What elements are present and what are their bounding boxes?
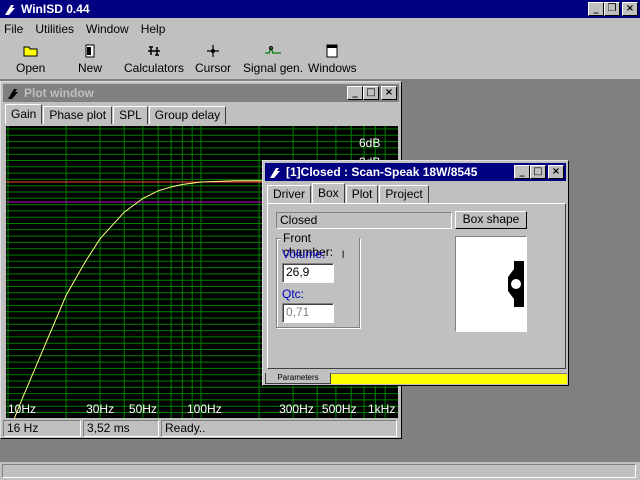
volume-unit: l bbox=[342, 250, 345, 261]
crosshair-icon bbox=[207, 45, 219, 57]
close-button[interactable]: × bbox=[622, 2, 638, 16]
plot-maximize-button[interactable]: □ bbox=[363, 86, 379, 100]
plot-status-bar: 16 Hz 3,52 ms Ready.. bbox=[3, 419, 401, 438]
qtc-input: 0,71 bbox=[282, 303, 334, 323]
box-panel: Closed Box shape Front chamber: Volume: … bbox=[267, 203, 566, 369]
volume-label: Volume: bbox=[282, 247, 326, 261]
x-tick-label: 300Hz bbox=[279, 402, 314, 416]
project-window-icon bbox=[270, 168, 280, 178]
open-label: Open bbox=[16, 61, 46, 75]
new-label: New bbox=[78, 61, 103, 75]
open-button[interactable]: Open bbox=[16, 44, 45, 75]
bottom-strip: Parameters bbox=[265, 373, 567, 384]
plot-minimize-button[interactable]: _ bbox=[347, 86, 363, 100]
windows-button[interactable]: Windows bbox=[308, 44, 357, 75]
parameters-tab[interactable]: Parameters bbox=[265, 373, 331, 384]
calculators-label: Calculators bbox=[124, 61, 185, 75]
calculators-button[interactable]: Calculators bbox=[124, 44, 184, 75]
status-time: 3,52 ms bbox=[83, 420, 159, 437]
menu-window[interactable]: Window bbox=[86, 22, 129, 36]
signal-wave-icon bbox=[265, 46, 282, 54]
main-status-bar bbox=[0, 462, 640, 480]
plot-window-title: Plot window bbox=[24, 86, 94, 100]
cursor-label: Cursor bbox=[195, 61, 232, 75]
project-close-button[interactable]: × bbox=[548, 165, 564, 179]
app-title: WinISD 0.44 bbox=[21, 2, 90, 16]
menu-help[interactable]: Help bbox=[141, 22, 166, 36]
windows-label: Windows bbox=[308, 61, 357, 75]
volume-input[interactable]: 26,9 bbox=[282, 263, 334, 283]
status-message: Ready.. bbox=[161, 420, 397, 437]
project-minimize-button[interactable]: _ bbox=[514, 165, 530, 179]
main-status-field bbox=[2, 464, 636, 478]
plot-window-icon bbox=[8, 89, 18, 99]
tab-gain[interactable]: Gain bbox=[5, 104, 43, 124]
new-document-icon bbox=[85, 44, 95, 58]
folder-icon bbox=[23, 46, 38, 57]
x-tick-label: 100Hz bbox=[187, 402, 222, 416]
calculator-icon bbox=[148, 46, 161, 56]
project-tabs: Driver Box Plot Project bbox=[267, 183, 430, 203]
new-button[interactable]: New bbox=[78, 44, 102, 75]
x-tick-label: 50Hz bbox=[129, 402, 157, 416]
app-title-bar: WinISD 0.44 _ ❐ × bbox=[0, 0, 640, 18]
signal-gen-button[interactable]: Signal gen. bbox=[243, 44, 303, 75]
tab-project[interactable]: Project bbox=[379, 185, 429, 203]
minimize-button[interactable]: _ bbox=[588, 2, 604, 16]
plot-window-title-bar[interactable]: Plot window _ □ × bbox=[3, 84, 399, 102]
plot-close-button[interactable]: × bbox=[381, 86, 397, 100]
menu-utilities[interactable]: Utilities bbox=[35, 22, 74, 36]
plot-tabs: Gain Phase plot SPL Group delay bbox=[5, 104, 227, 124]
x-tick-label: 10Hz bbox=[8, 402, 36, 416]
project-window-title: [1]Closed : Scan-Speak 18W/8545 bbox=[286, 165, 478, 179]
x-tick-label: 500Hz bbox=[322, 402, 357, 416]
tab-spl[interactable]: SPL bbox=[113, 106, 148, 124]
project-maximize-button[interactable]: □ bbox=[530, 165, 546, 179]
app-icon bbox=[5, 5, 15, 15]
box-preview bbox=[455, 236, 527, 332]
signal-gen-label: Signal gen. bbox=[243, 61, 304, 75]
y-label-6db: 6dB bbox=[359, 136, 380, 150]
project-window-title-bar[interactable]: [1]Closed : Scan-Speak 18W/8545 _ □ × bbox=[265, 163, 566, 181]
project-window: [1]Closed : Scan-Speak 18W/8545 _ □ × Dr… bbox=[262, 160, 569, 386]
speaker-driver-icon bbox=[508, 261, 524, 307]
restore-button[interactable]: ❐ bbox=[604, 2, 620, 16]
menu-bar: File Utilities Window Help bbox=[0, 19, 640, 38]
toolbar: Open New Calculators Cursor Signal gen. … bbox=[0, 40, 640, 78]
tab-plot[interactable]: Plot bbox=[345, 185, 379, 203]
box-shape-button[interactable]: Box shape bbox=[455, 211, 527, 229]
menu-file[interactable]: File bbox=[4, 22, 23, 36]
box-type-field: Closed bbox=[276, 212, 452, 229]
tab-box[interactable]: Box bbox=[312, 183, 345, 203]
front-chamber-group: Front chamber: Volume: 26,9 Qtc: 0,71 bbox=[276, 231, 360, 328]
tab-driver[interactable]: Driver bbox=[267, 185, 311, 203]
tab-group-delay[interactable]: Group delay bbox=[148, 106, 227, 124]
qtc-label: Qtc: bbox=[282, 287, 305, 301]
cursor-button[interactable]: Cursor bbox=[195, 44, 231, 75]
status-frequency: 16 Hz bbox=[3, 420, 81, 437]
tab-phase-plot[interactable]: Phase plot bbox=[43, 106, 113, 124]
x-tick-label: 30Hz bbox=[86, 402, 114, 416]
x-tick-label: 1kHz bbox=[368, 402, 395, 416]
window-icon bbox=[326, 44, 338, 58]
